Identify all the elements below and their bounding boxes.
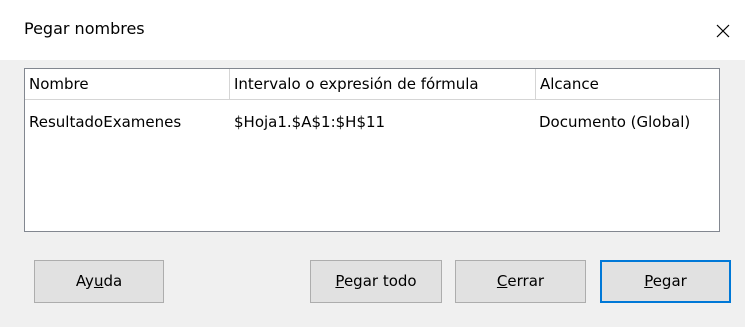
cell-scope: Documento (Global)	[539, 113, 691, 131]
list-header: Nombre Intervalo o expresión de fórmula …	[25, 69, 719, 100]
cell-name: ResultadoExamenes	[29, 113, 182, 131]
title-bar: Pegar nombres	[0, 0, 745, 60]
paste-names-dialog: Pegar nombres Nombre Intervalo o expresi…	[0, 0, 745, 327]
help-button-label-rest: da	[103, 272, 123, 290]
column-header-range[interactable]: Intervalo o expresión de fórmula	[230, 69, 535, 99]
column-header-name[interactable]: Nombre	[25, 69, 229, 99]
names-list[interactable]: Nombre Intervalo o expresión de fórmula …	[24, 68, 720, 232]
paste-mnemonic: P	[644, 272, 653, 290]
close-mnemonic: C	[496, 272, 508, 290]
help-button[interactable]: Ayuda	[34, 260, 164, 303]
table-row[interactable]: ResultadoExamenes $Hoja1.$A$1:$H$11 Docu…	[25, 109, 719, 135]
close-label-rest: errar	[507, 272, 545, 290]
close-dialog-button[interactable]: Cerrar	[455, 260, 586, 303]
help-button-label: Ay	[75, 272, 94, 290]
column-header-scope[interactable]: Alcance	[536, 69, 719, 99]
close-button[interactable]	[701, 0, 745, 60]
cell-range: $Hoja1.$A$1:$H$11	[234, 113, 386, 131]
dialog-title: Pegar nombres	[24, 19, 145, 38]
paste-button[interactable]: Pegar	[600, 260, 731, 303]
paste-all-button[interactable]: Pegar todo	[310, 260, 442, 303]
paste-label-rest: egar	[652, 272, 687, 290]
paste-all-label-rest: egar todo	[343, 272, 417, 290]
paste-all-mnemonic: P	[335, 272, 344, 290]
close-icon	[716, 24, 730, 38]
